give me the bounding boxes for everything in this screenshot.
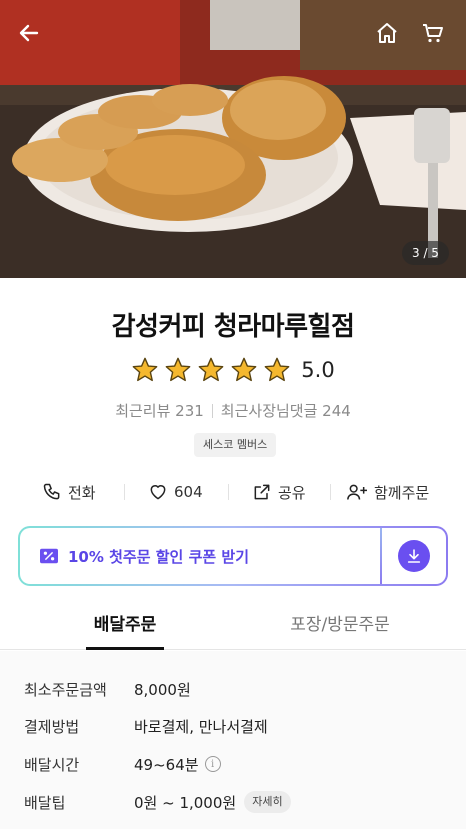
share-button[interactable]: 공유 (252, 482, 306, 503)
star-icon (132, 357, 158, 382)
rating-stars (131, 356, 291, 384)
delivery-tip-row: 배달팁 0원 ~ 1,000원 자세히 (24, 789, 291, 815)
payment-value: 바로결제, 만나서결제 (134, 717, 268, 736)
star-icon (264, 357, 290, 382)
store-name: 감성커피 청라마루힐점 (111, 312, 355, 342)
min-order-value: 8,000원 (134, 680, 191, 699)
coupon-download-area[interactable]: 10% 첫주문 할인 쿠폰 받기 (20, 528, 382, 584)
phone-icon (43, 483, 60, 500)
home-button[interactable] (370, 16, 404, 50)
heart-icon (150, 485, 166, 500)
coupon-percent-icon (40, 548, 58, 564)
info-icon[interactable]: i (204, 756, 221, 772)
action-divider (330, 484, 331, 500)
review-divider (211, 403, 213, 418)
photo-page-indicator: 3 / 5 (402, 241, 449, 265)
like-count: 604 (174, 483, 203, 501)
delivery-time-label: 배달시간 (24, 755, 80, 774)
star-icon (165, 357, 191, 382)
store-rating[interactable]: 5.0 (0, 356, 466, 384)
tip-detail-button[interactable]: 자세히 (244, 791, 291, 813)
min-order-label: 최소주문금액 (24, 680, 107, 699)
member-badge: 세스코 멤버스 (194, 433, 277, 457)
rating-value: 5.0 (301, 358, 335, 382)
group-order-label: 함께주문 (374, 483, 430, 502)
tab-delivery[interactable]: 배달주문 (86, 610, 164, 650)
download-icon (407, 549, 421, 563)
like-button[interactable]: 604 (148, 482, 203, 502)
share-label: 공유 (278, 483, 306, 502)
call-button[interactable]: 전화 (42, 482, 96, 503)
group-order-button[interactable]: 함께주문 (346, 482, 429, 503)
recent-reviews-count[interactable]: 최근리뷰 231 (115, 400, 204, 421)
action-divider (124, 484, 125, 500)
coupon-banner: 10% 첫주문 할인 쿠폰 받기 (18, 526, 448, 586)
store-actions: 전화 604 공유 함께주문 (0, 478, 466, 506)
coupon-download-button[interactable] (398, 540, 430, 572)
delivery-info: 최소주문금액 8,000원 결제방법 바로결제, 만나서결제 배달시간 49~6… (0, 651, 466, 829)
coupon-body: 10% 첫주문 할인 쿠폰 받기 (20, 528, 446, 584)
call-label: 전화 (68, 483, 96, 502)
store-photo-carousel[interactable]: 3 / 5 (0, 0, 466, 278)
payment-label: 결제방법 (24, 717, 80, 736)
back-button[interactable] (12, 16, 46, 50)
payment-row: 결제방법 바로결제, 만나서결제 (24, 713, 268, 739)
delivery-tip-value: 0원 ~ 1,000원 (134, 793, 237, 812)
order-type-tabs: 배달주문 포장/방문주문 (0, 610, 466, 650)
add-person-icon (347, 484, 367, 500)
home-icon (377, 23, 397, 43)
min-order-row: 최소주문금액 8,000원 (24, 676, 191, 702)
coupon-text: 10% 첫주문 할인 쿠폰 받기 (68, 547, 249, 566)
cart-button[interactable] (416, 16, 450, 50)
star-icon (231, 357, 257, 382)
cart-icon (423, 24, 443, 43)
delivery-time-row: 배달시간 49~64분 i (24, 751, 221, 777)
delivery-tip-label: 배달팁 (24, 793, 66, 812)
back-arrow-icon (19, 24, 39, 42)
star-icon (198, 357, 224, 382)
share-icon (254, 484, 270, 500)
tab-pickup[interactable]: 포장/방문주문 (280, 610, 400, 650)
owner-replies-count[interactable]: 최근사장님댓글 244 (221, 400, 351, 421)
review-counts[interactable]: 최근리뷰 231 최근사장님댓글 244 (0, 400, 466, 421)
coupon-divider (380, 528, 382, 584)
delivery-time-value: 49~64분 (134, 755, 199, 774)
action-divider (228, 484, 229, 500)
